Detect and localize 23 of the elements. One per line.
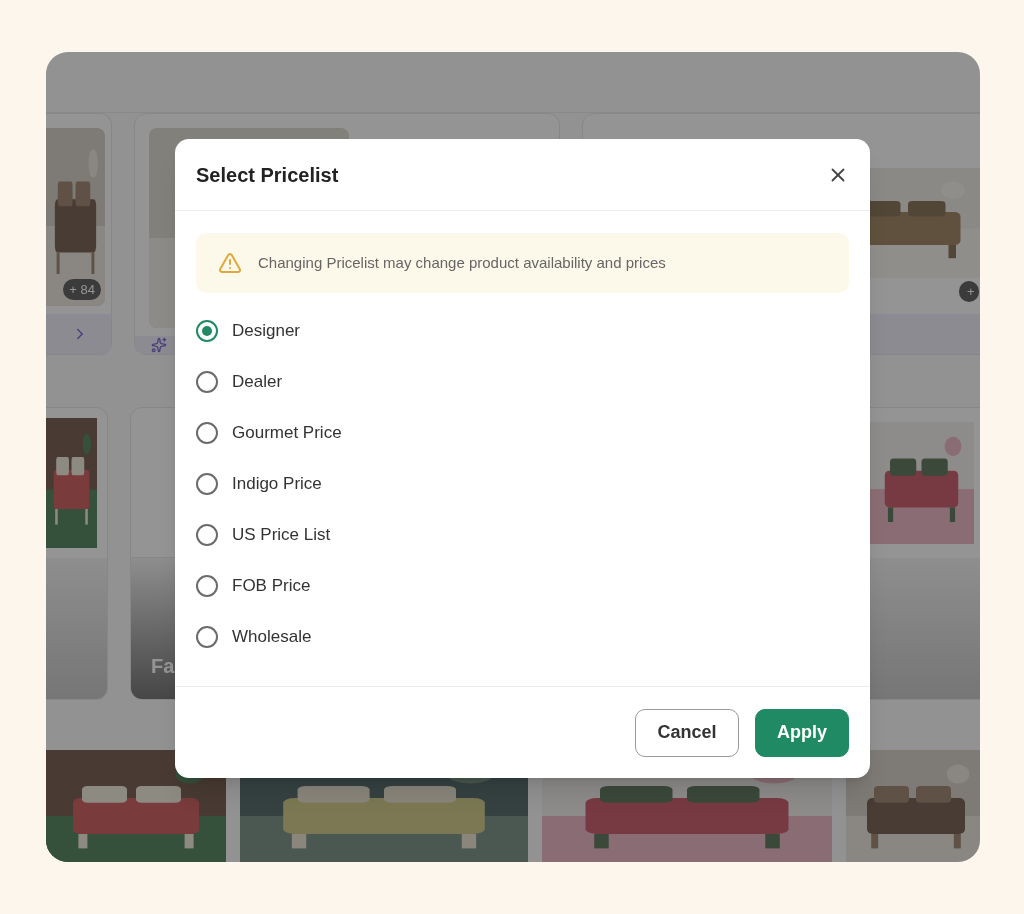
option-label[interactable]: Gourmet Price xyxy=(232,419,342,446)
radio-button[interactable] xyxy=(196,370,218,393)
option-label[interactable]: Dealer xyxy=(232,368,283,395)
radio-button[interactable] xyxy=(196,421,218,444)
option-label[interactable]: Wholesale xyxy=(232,623,312,650)
radio-button[interactable] xyxy=(196,319,218,342)
apply-button[interactable]: Apply xyxy=(755,708,849,757)
warning-text: Changing Pricelist may change product availability and prices xyxy=(258,252,666,273)
radio-button[interactable] xyxy=(196,625,218,648)
option-label[interactable]: Designer xyxy=(232,317,301,344)
sparkle-icon[interactable] xyxy=(151,337,167,353)
count-badge: + xyxy=(959,280,979,302)
radio-button[interactable] xyxy=(196,472,218,495)
product-card[interactable]: + 84 xyxy=(46,113,112,355)
radio-button[interactable] xyxy=(196,523,218,546)
card-caption: Fa xyxy=(151,654,175,679)
warning-icon xyxy=(218,251,242,275)
option-label[interactable]: US Price List xyxy=(232,521,331,548)
option-label[interactable]: FOB Price xyxy=(232,572,311,599)
option-label[interactable]: Indigo Price xyxy=(232,470,322,497)
dialog-title: Select Pricelist xyxy=(196,162,339,188)
radio-button[interactable] xyxy=(196,574,218,597)
cancel-button[interactable]: Cancel xyxy=(635,708,739,757)
